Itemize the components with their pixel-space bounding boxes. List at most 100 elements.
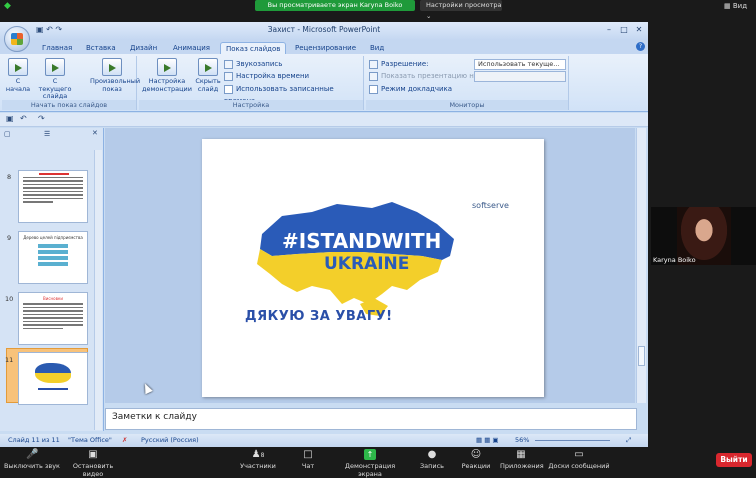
hashtag-line2: UKRAINE <box>324 254 409 274</box>
from-current-button[interactable]: С текущего слайда <box>36 58 74 101</box>
scrollbar-thumb[interactable] <box>638 346 645 366</box>
from-beginning-button[interactable]: С начала <box>4 58 32 93</box>
ribbon: С начала С текущего слайда Произвольный … <box>0 54 648 112</box>
from-beginning-label: С начала <box>5 77 31 93</box>
thumbnail-caption: Висновки <box>43 296 63 301</box>
mute-button[interactable]: 🎤 Выключить звук <box>4 449 60 470</box>
maximize-button[interactable]: □ <box>617 24 631 36</box>
grid-icon: ▦ <box>724 2 731 10</box>
office-button[interactable] <box>4 26 30 52</box>
setup-show-button[interactable]: Настройка демонстрации <box>141 58 193 93</box>
zoom-slider[interactable] <box>535 440 610 441</box>
stop-video-button[interactable]: ▣ Остановить видео <box>62 449 124 478</box>
redo-icon[interactable]: ↷ <box>38 114 45 123</box>
help-icon[interactable]: ? <box>636 42 645 51</box>
language-indicator[interactable]: Русский (Россия) <box>141 434 199 447</box>
monitors-group: Разрешение: Использовать текуще... Показ… <box>366 56 569 110</box>
view-buttons-icon[interactable]: ▦ ▦ ▣ <box>476 434 499 447</box>
ukraine-map: #ISTANDWITH UKRAINE <box>257 202 454 316</box>
tab-slide-show[interactable]: Показ слайдов <box>220 42 287 54</box>
resolution-select[interactable]: Использовать текуще... <box>474 59 566 70</box>
presenter-view-checkbox[interactable]: Режим докладчика <box>369 83 452 95</box>
outline-tab-icon[interactable]: ☰ <box>44 130 50 138</box>
thumbnail-diagram <box>38 244 68 266</box>
status-bar: Слайд 11 из 11 "Тема Office" ✗ Русский (… <box>0 434 648 447</box>
slide-editor: softserve #ISTANDWITH UKRAINE ДЯКУЮ ЗА У… <box>105 128 635 403</box>
hide-slide-icon <box>198 58 218 76</box>
participants-button[interactable]: ♟8 Участники <box>238 449 278 470</box>
share-screen-button[interactable]: ↑ Демонстрация экрана <box>332 449 408 478</box>
monitor-disabled-icon <box>369 71 378 81</box>
participants-count: 8 <box>260 452 265 459</box>
tab-design[interactable]: Дизайн <box>125 42 162 54</box>
minimize-button[interactable]: – <box>602 24 616 36</box>
thumbnail-number: 9 <box>7 234 12 242</box>
rehearse-timings-button[interactable]: Настройка времени <box>224 70 309 82</box>
show-on-label: Показать презентацию на: <box>381 72 481 80</box>
whiteboard-icon: ▭ <box>574 449 584 460</box>
save-icon[interactable]: ▣ <box>6 114 14 123</box>
ribbon-tabs: Главная Вставка Дизайн Анимация Показ сл… <box>0 40 648 54</box>
close-pane-icon[interactable]: ✕ <box>92 129 98 137</box>
slideshow-current-icon <box>45 58 65 76</box>
tab-insert[interactable]: Вставка <box>81 42 121 54</box>
chat-button[interactable]: □ Чат <box>296 449 320 470</box>
start-show-group: С начала С текущего слайда Произвольный … <box>2 56 140 110</box>
notes-pane[interactable]: Заметки к слайду <box>105 408 637 430</box>
slide-thumbnail-11[interactable] <box>18 352 88 405</box>
participant-tile[interactable]: Karyna Boiko <box>651 207 756 265</box>
theme-name: "Тема Office" <box>68 436 112 444</box>
whiteboards-button[interactable]: ▭ Доски сообщений <box>548 449 610 470</box>
from-current-label: С текущего слайда <box>38 77 72 100</box>
slide-scrollbar[interactable] <box>636 128 646 403</box>
setup-show-icon <box>157 58 177 76</box>
custom-show-label: Произвольный показ <box>90 77 141 93</box>
hide-slide-button[interactable]: Скрыть слайд <box>194 58 222 93</box>
participants-icon: ♟8 <box>251 449 265 460</box>
thanks-text: ДЯКУЮ ЗА УВАГУ! <box>245 309 393 324</box>
show-on-select[interactable] <box>474 71 566 82</box>
ukraine-map-thumbnail <box>35 363 71 383</box>
share-screen-label: Демонстрация экрана <box>344 462 396 478</box>
slide-thumbnail-10[interactable]: Висновки <box>18 292 88 345</box>
custom-show-button[interactable]: Произвольный показ <box>90 58 140 93</box>
record-icon: ● <box>427 449 437 460</box>
fit-window-icon[interactable]: ⤢ <box>626 434 631 447</box>
powerpoint-window: ▣ ↶ ↷ Захист - Microsoft PowerPoint – □ … <box>0 22 648 447</box>
tab-home[interactable]: Главная <box>37 42 77 54</box>
record-narration-label: Звукозапись <box>236 60 283 68</box>
view-options-button[interactable]: Настройки просмотра ⌄ <box>420 0 502 20</box>
window-title: Захист - Microsoft PowerPoint <box>267 25 381 34</box>
tab-review[interactable]: Рецензирование <box>290 42 361 54</box>
stop-video-label: Остановить видео <box>72 462 114 478</box>
slide-thumbnail-8[interactable] <box>18 170 88 223</box>
slideshow-icon <box>8 58 28 76</box>
use-timings-checkbox[interactable]: Использовать записанные времена <box>224 83 363 105</box>
tab-animation[interactable]: Анимация <box>168 42 215 54</box>
thumbnail-caption: Дерево целей підприємства <box>23 235 83 240</box>
close-button[interactable]: ✕ <box>632 24 646 36</box>
hashtag-line1: #ISTANDWITH <box>282 229 441 253</box>
zoom-level[interactable]: 56% <box>515 434 529 447</box>
share-banner: Вы просматриваете экран Karyna Boiko <box>255 0 415 11</box>
slides-tab-icon[interactable]: ▢ <box>4 130 11 138</box>
record-narration-button[interactable]: Звукозапись <box>224 58 282 70</box>
checkbox-checked-icon <box>224 84 233 94</box>
apps-label: Приложения <box>500 462 544 470</box>
apps-button[interactable]: ▦ Приложения <box>500 449 544 470</box>
current-slide[interactable]: softserve #ISTANDWITH UKRAINE ДЯКУЮ ЗА У… <box>202 139 544 397</box>
show-on-label-row: Показать презентацию на: <box>369 70 480 82</box>
thumbnails-scrollbar[interactable] <box>94 150 102 430</box>
leave-button[interactable]: Выйти <box>716 453 752 467</box>
reactions-icon: ☺ <box>470 449 482 460</box>
participant-name: Karyna Boiko <box>653 256 696 264</box>
undo-icon[interactable]: ↶ <box>20 114 27 123</box>
chat-label: Чат <box>301 462 315 470</box>
slides-pane: ▢ ☰ ✕ 8 9 Дерево целей підприємства 10 В… <box>0 128 104 431</box>
slide-thumbnail-9[interactable]: Дерево целей підприємства <box>18 231 88 284</box>
spelling-icon[interactable]: ✗ <box>122 434 127 447</box>
tab-view[interactable]: Вид <box>365 42 389 54</box>
reactions-button[interactable]: ☺ Реакции <box>460 449 492 470</box>
view-button[interactable]: ▦ Вид <box>724 0 756 12</box>
record-button[interactable]: ● Запись <box>416 449 448 470</box>
